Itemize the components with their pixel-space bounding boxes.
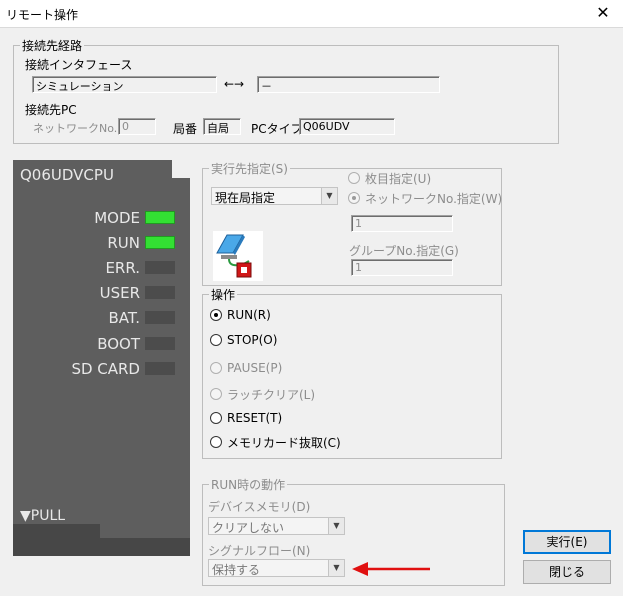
radio-memory-card-circle bbox=[210, 436, 222, 448]
radio-network-label: ネットワークNo.指定(W) bbox=[365, 191, 503, 206]
led-label-bat: BAT. bbox=[108, 309, 140, 327]
radio-reset-label: RESET(T) bbox=[227, 411, 283, 425]
radio-multi-label: 枚目指定(U) bbox=[365, 171, 432, 186]
chevron-down-icon: ▼ bbox=[328, 518, 344, 534]
led-label-sdcard: SD CARD bbox=[71, 360, 140, 378]
window-title: リモート操作 bbox=[6, 8, 79, 22]
radio-reset[interactable]: RESET(T) bbox=[210, 409, 282, 427]
route-arrow: ←→ bbox=[224, 77, 245, 91]
red-arrow-annotation bbox=[352, 562, 430, 576]
close-icon[interactable]: ✕ bbox=[593, 3, 613, 22]
route-legend: 接続先経路 bbox=[22, 39, 83, 53]
network-no-label: ネットワークNo. bbox=[33, 122, 118, 135]
operation-legend: 操作 bbox=[211, 288, 236, 302]
radio-memory-card[interactable]: メモリカード抜取(C) bbox=[210, 433, 341, 451]
chevron-down-icon: ▼ bbox=[328, 560, 344, 576]
pc-type-label: PCタイプ bbox=[251, 122, 303, 136]
radio-stop-circle bbox=[210, 334, 222, 346]
target-select: 現在局指定 ▼ bbox=[211, 187, 338, 205]
device-memory-value: クリアしない bbox=[212, 521, 285, 535]
radio-latch-clear-label: ラッチクリア(L) bbox=[227, 387, 316, 402]
led-label-run: RUN bbox=[107, 234, 140, 252]
led-label-user: USER bbox=[99, 284, 140, 302]
led-label-boot: BOOT bbox=[97, 335, 140, 353]
radio-pause-label: PAUSE(P) bbox=[227, 361, 283, 375]
bat-led bbox=[145, 311, 175, 324]
radio-network[interactable]: ネットワークNo.指定(W) bbox=[348, 189, 502, 207]
pull-label: ▼PULL bbox=[20, 508, 66, 524]
cpu-bottom-tab bbox=[100, 524, 190, 538]
close-button[interactable]: 閉じる bbox=[523, 560, 611, 584]
radio-stop[interactable]: STOP(O) bbox=[210, 331, 277, 349]
radio-reset-circle bbox=[210, 412, 222, 424]
led-label-mode: MODE bbox=[94, 209, 140, 227]
radio-pause-circle bbox=[210, 362, 222, 374]
led-label-err: ERR. bbox=[105, 259, 140, 277]
signal-flow-label: シグナルフロー(N) bbox=[208, 544, 311, 558]
radio-run-label: RUN(R) bbox=[227, 308, 271, 322]
target-select-value: 現在局指定 bbox=[215, 191, 276, 205]
group-label: グループNo.指定(G) bbox=[349, 244, 459, 258]
chevron-down-icon: ▼ bbox=[321, 188, 337, 204]
pc-type-field: Q06UDV bbox=[299, 118, 395, 135]
radio-network-circle bbox=[348, 192, 360, 204]
network-no-field: 0 bbox=[118, 118, 156, 135]
radio-multi[interactable]: 枚目指定(U) bbox=[348, 169, 431, 187]
execute-button[interactable]: 実行(E) bbox=[523, 530, 611, 554]
radio-pause[interactable]: PAUSE(P) bbox=[210, 359, 282, 377]
station-field: 自局 bbox=[203, 118, 241, 135]
mode-led bbox=[145, 211, 175, 224]
group-input[interactable]: 1 bbox=[351, 259, 453, 276]
radio-multi-circle bbox=[348, 172, 360, 184]
run-led bbox=[145, 236, 175, 249]
run-action-legend: RUN時の動作 bbox=[211, 478, 286, 492]
interface-field: シミュレーション bbox=[32, 76, 217, 93]
device-memory-select[interactable]: クリアしない ▼ bbox=[208, 517, 345, 535]
interface-target-field: － bbox=[257, 76, 440, 93]
cpu-notch bbox=[172, 160, 190, 178]
signal-flow-select[interactable]: 保持する ▼ bbox=[208, 559, 345, 577]
pc-network-icon bbox=[213, 231, 263, 281]
err-led bbox=[145, 261, 175, 274]
radio-memory-card-label: メモリカード抜取(C) bbox=[227, 435, 341, 450]
title-bar: リモート操作 ✕ bbox=[0, 0, 623, 28]
radio-run-circle bbox=[210, 309, 222, 321]
radio-latch-clear[interactable]: ラッチクリア(L) bbox=[210, 385, 315, 403]
boot-led bbox=[145, 337, 175, 350]
network-input[interactable]: 1 bbox=[351, 215, 453, 232]
cpu-model: Q06UDVCPU bbox=[20, 166, 114, 184]
signal-flow-value: 保持する bbox=[212, 563, 261, 577]
station-label: 局番 bbox=[173, 122, 198, 136]
target-legend: 実行先指定(S) bbox=[211, 162, 288, 176]
radio-stop-label: STOP(O) bbox=[227, 333, 278, 347]
sdcard-led bbox=[145, 362, 175, 375]
user-led bbox=[145, 286, 175, 299]
radio-latch-clear-circle bbox=[210, 388, 222, 400]
interface-label: 接続インタフェース bbox=[25, 58, 133, 72]
device-memory-label: デバイスメモリ(D) bbox=[208, 500, 311, 514]
pc-label: 接続先PC bbox=[25, 103, 77, 117]
radio-run[interactable]: RUN(R) bbox=[210, 306, 271, 324]
